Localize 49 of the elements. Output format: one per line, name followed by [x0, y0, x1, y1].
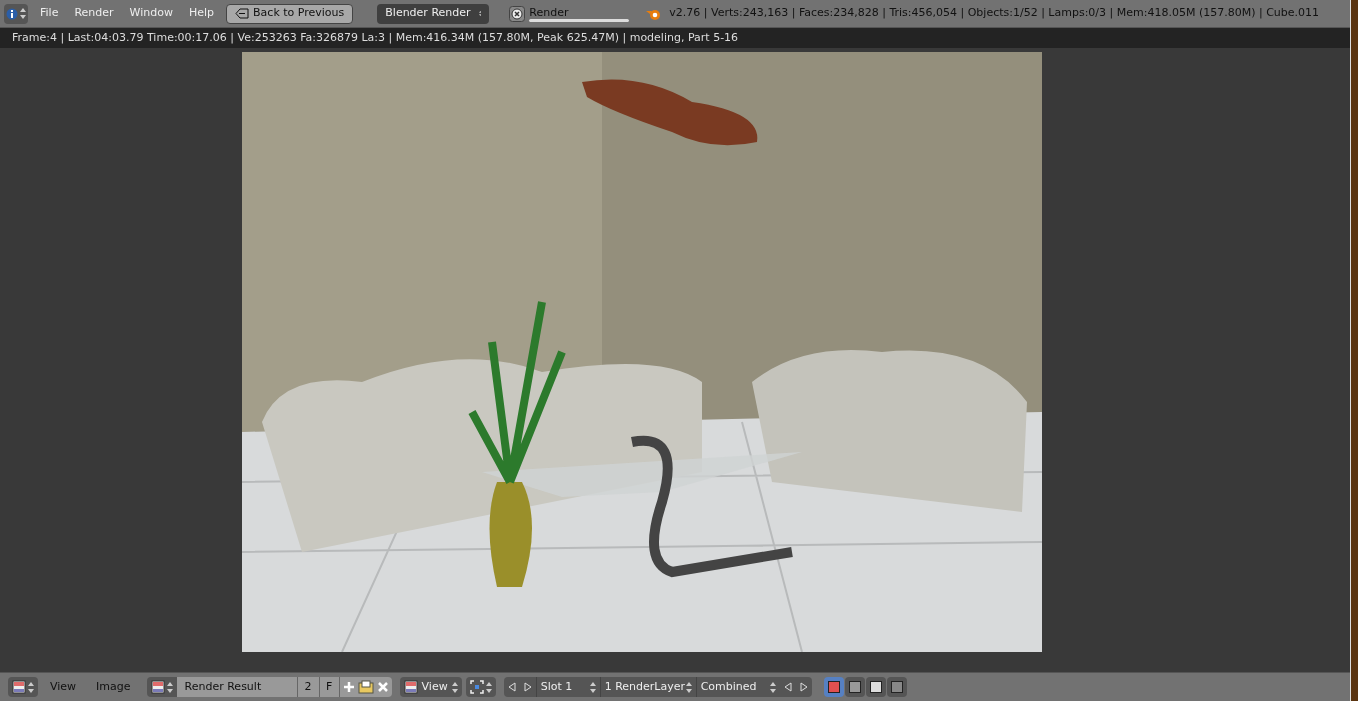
fake-user-toggle[interactable]: F: [318, 677, 339, 697]
next-arrow-icon[interactable]: [523, 682, 532, 692]
slot-dropdown[interactable]: Slot 1: [535, 677, 600, 697]
back-icon: [235, 8, 250, 19]
info-icon: [6, 7, 18, 20]
updown-arrows-icon: [20, 8, 26, 19]
updown-arrows-icon: [589, 681, 596, 693]
render-engine-dropdown[interactable]: Blender Render: [377, 3, 490, 24]
menu-item[interactable]: Render: [70, 5, 118, 22]
close-icon[interactable]: [375, 680, 390, 694]
image-icon: [403, 680, 418, 694]
image-icon: [150, 680, 165, 694]
display-mode-toggle[interactable]: [886, 677, 907, 697]
menu-item[interactable]: Help: [184, 5, 219, 22]
folder-icon[interactable]: [357, 680, 374, 694]
render-pass-dropdown[interactable]: Combined: [695, 677, 780, 697]
previous-arrow-icon[interactable]: [783, 682, 792, 692]
updown-arrows-icon: [166, 681, 173, 693]
users-count: 2: [296, 677, 319, 697]
updown-arrows-icon: [769, 681, 776, 693]
next-arrow-icon[interactable]: [799, 682, 808, 692]
render-layer-dropdown[interactable]: 1 RenderLayer: [599, 677, 696, 697]
frame-icon: [469, 680, 484, 694]
view-dropdown[interactable]: View: [399, 677, 462, 697]
render-info-text: Frame:4 | Last:04:03.79 Time:00:17.06 | Ve:253263 Fa:326879 La:3 | Mem:416.34M (157.80M, Peak 625.47M) | modeling, Part 5-16: [12, 29, 739, 46]
previous-arrow-icon[interactable]: [507, 682, 516, 692]
render-job-label: Render: [529, 5, 570, 19]
updown-arrows-icon: [28, 681, 34, 693]
scene-stats: v2.76 | Verts:243,163 | Faces:234,828 | Tris:456,054 | Objects:1/52 | Lamps:0/3 | Mem:418.05M (157.80M) | Cube.011: [669, 5, 1320, 22]
menu-item[interactable]: View: [42, 678, 85, 696]
zoom-frame-button[interactable]: [465, 677, 496, 697]
back-to-previous-button[interactable]: Back to Previous: [226, 3, 354, 24]
display-mode-toggle[interactable]: [844, 677, 865, 697]
menu-item[interactable]: Image: [88, 678, 139, 696]
menu-item[interactable]: Window: [125, 5, 177, 22]
cancel-icon[interactable]: [509, 5, 526, 22]
menu-item[interactable]: File: [36, 5, 63, 22]
display-mode-toggle[interactable]: [823, 677, 844, 697]
updown-arrows-icon: [485, 681, 492, 693]
image-name-field[interactable]: Render Result: [176, 677, 297, 697]
display-mode-toggle[interactable]: [865, 677, 886, 697]
plus-icon[interactable]: [341, 680, 356, 694]
image-browse-button[interactable]: [146, 677, 177, 697]
updown-arrows-icon: [685, 681, 692, 693]
updown-arrows-icon: [478, 8, 482, 19]
image-icon: [12, 680, 26, 694]
updown-arrows-icon: [451, 681, 458, 693]
editor-type-button[interactable]: [8, 677, 38, 697]
editor-type-button[interactable]: [4, 3, 28, 24]
